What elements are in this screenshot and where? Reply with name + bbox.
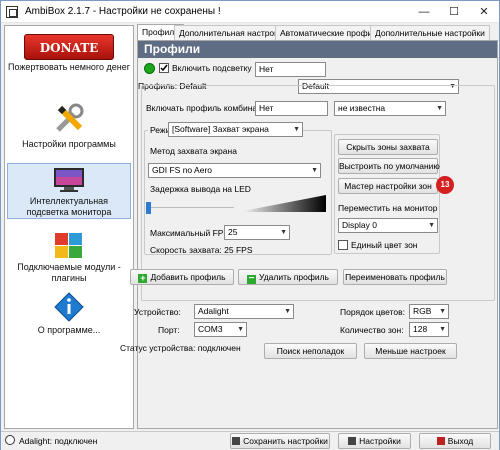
exit-button[interactable]: Выход	[419, 433, 491, 449]
info-icon	[52, 292, 86, 322]
chevron-down-icon: ▼	[280, 229, 287, 236]
enable-backlight-checkbox[interactable]	[159, 63, 169, 73]
port-value: COM3	[198, 324, 223, 334]
monitor-value: Display 0	[342, 220, 377, 230]
add-profile-button[interactable]: + Добавить профиль	[130, 269, 234, 285]
chevron-down-icon: ▼	[284, 308, 291, 315]
tools-icon	[52, 102, 86, 136]
save-settings-button[interactable]: Сохранить настройки	[230, 433, 330, 449]
delay-label: Задержка вывода на LED	[150, 184, 251, 194]
capture-method-dropdown[interactable]: GDI FS no Aero ▼	[148, 163, 321, 178]
title-bar: AmbiBox 2.1.7 - Настройки не сохранены !…	[1, 1, 499, 23]
zone-wizard-button[interactable]: Мастер настройки зон	[338, 178, 438, 194]
sidebar-item-label: Настройки программы	[22, 139, 116, 149]
hide-zones-button[interactable]: Скрыть зоны захвата	[338, 139, 438, 155]
port-label: Порт:	[158, 325, 180, 335]
color-order-dropdown[interactable]: RGB ▼	[409, 304, 449, 319]
app-window: AmbiBox 2.1.7 - Настройки не сохранены !…	[0, 0, 500, 450]
device-dropdown[interactable]: Adalight ▼	[194, 304, 294, 319]
tab-extra-settings[interactable]: Дополнительные настройки	[370, 25, 490, 40]
capture-speed-text: Скорость захвата: 25 FPS	[150, 245, 253, 255]
fps-label: Максимальный FPS	[150, 228, 230, 238]
sidebar-item-settings[interactable]: Настройки программы	[7, 102, 131, 150]
delay-slider-track[interactable]	[148, 207, 234, 208]
step-badge: 13	[436, 176, 454, 194]
combo-key-dropdown[interactable]: не известна ▼	[334, 101, 446, 116]
align-default-button[interactable]: Выстроить по умолчанию	[338, 158, 440, 174]
window-title: AmbiBox 2.1.7 - Настройки не сохранены !	[25, 6, 221, 17]
settings-button[interactable]: Настройки	[338, 433, 411, 449]
chevron-down-icon: ▼	[428, 222, 435, 229]
mode-dropdown[interactable]: [Software] Захват экрана ▼	[168, 122, 303, 137]
fps-dropdown[interactable]: 25 ▼	[224, 225, 290, 240]
fps-value: 25	[228, 227, 238, 237]
device-value: Adalight	[198, 306, 229, 316]
device-status-text: Статус устройства: подключен	[120, 343, 241, 353]
zone-count-label: Количество зон:	[340, 325, 404, 335]
single-color-checkbox[interactable]	[338, 240, 348, 250]
sidebar: DONATE NOW Пожертвовать немного денег На…	[4, 25, 134, 429]
monitor-icon	[52, 167, 86, 193]
minimize-button[interactable]: —	[409, 1, 439, 23]
chevron-down-icon: ▼	[436, 105, 443, 112]
minus-icon: −	[246, 273, 256, 284]
delete-profile-label: Удалить профиль	[258, 272, 329, 282]
device-label: Устройство:	[134, 307, 181, 317]
single-color-label: Единый цвет зон	[351, 240, 418, 250]
close-button[interactable]: ✕	[469, 1, 499, 23]
delay-slider-thumb[interactable]	[146, 202, 151, 214]
chevron-down-icon: ▼	[311, 167, 318, 174]
puzzle-icon	[52, 231, 86, 259]
enable-backlight-label: Включить подсветку	[172, 63, 252, 73]
floppy-icon	[232, 437, 241, 445]
color-order-value: RGB	[413, 306, 432, 316]
port-dropdown[interactable]: COM3 ▼	[194, 322, 247, 337]
sidebar-item-plugins[interactable]: Подключаемые модули - плагины	[7, 231, 131, 284]
chevron-down-icon: ▼	[439, 308, 446, 315]
chevron-down-icon: ▼	[439, 326, 446, 333]
troubleshoot-button[interactable]: Поиск неполадок	[264, 343, 357, 359]
delay-gradient-bar	[238, 195, 326, 212]
color-order-label: Порядок цветов:	[340, 307, 405, 317]
settings-label: Настройки	[359, 436, 401, 446]
zone-count-value: 128	[413, 324, 428, 334]
device-status-icon	[5, 435, 15, 445]
exit-label: Выход	[447, 436, 474, 446]
status-indicator	[144, 63, 155, 74]
combo-hotkey-field[interactable]: Нет	[255, 101, 328, 116]
save-settings-label: Сохранить настройки	[243, 436, 328, 446]
sidebar-item-about[interactable]: О программе...	[7, 292, 131, 336]
sidebar-item-label: Интеллектуальная подсветка монитора	[26, 196, 112, 217]
exit-icon	[436, 437, 445, 445]
capture-method-value: GDI FS no Aero	[152, 165, 212, 175]
sidebar-item-donate[interactable]: DONATE NOW Пожертвовать немного денег	[7, 28, 131, 81]
capture-method-label: Метод захвата экрана	[150, 146, 237, 156]
app-icon	[6, 6, 18, 18]
status-text: Adalight: подключен	[19, 436, 98, 446]
plus-icon: +	[138, 273, 148, 283]
chevron-down-icon: ▼	[237, 326, 244, 333]
sidebar-item-label: Пожертвовать немного денег	[7, 62, 131, 72]
sidebar-item-label: О программе...	[37, 325, 101, 335]
rename-profile-button[interactable]: Переименовать профиль	[343, 269, 447, 285]
maximize-button[interactable]: ☐	[439, 1, 469, 23]
mode-value: [Software] Захват экрана	[172, 124, 269, 134]
sidebar-item-monitor[interactable]: Интеллектуальная подсветка монитора	[7, 163, 131, 219]
status-bar: Adalight: подключен Сохранить настройки …	[1, 431, 499, 450]
delete-profile-button[interactable]: − Удалить профиль	[238, 269, 338, 285]
donate-button[interactable]: DONATE NOW	[24, 34, 114, 81]
combo-key-value: не известна	[338, 103, 386, 113]
move-monitor-label: Переместить на монитор	[338, 203, 438, 213]
sidebar-item-label: Подключаемые модули - плагины	[17, 262, 121, 283]
page-title: Профили	[138, 41, 497, 58]
chevron-down-icon: ▼	[293, 126, 300, 133]
monitor-dropdown[interactable]: Display 0 ▼	[338, 218, 438, 233]
settings-icon	[348, 437, 357, 445]
less-settings-button[interactable]: Меньше настроек	[364, 343, 457, 359]
zone-count-dropdown[interactable]: 128 ▼	[409, 322, 449, 337]
backlight-hotkey-field[interactable]: Нет	[255, 62, 326, 77]
profiles-panel: Профили Включить подсветку Нет Профиль: …	[120, 40, 498, 429]
add-profile-label: Добавить профиль	[150, 272, 226, 282]
